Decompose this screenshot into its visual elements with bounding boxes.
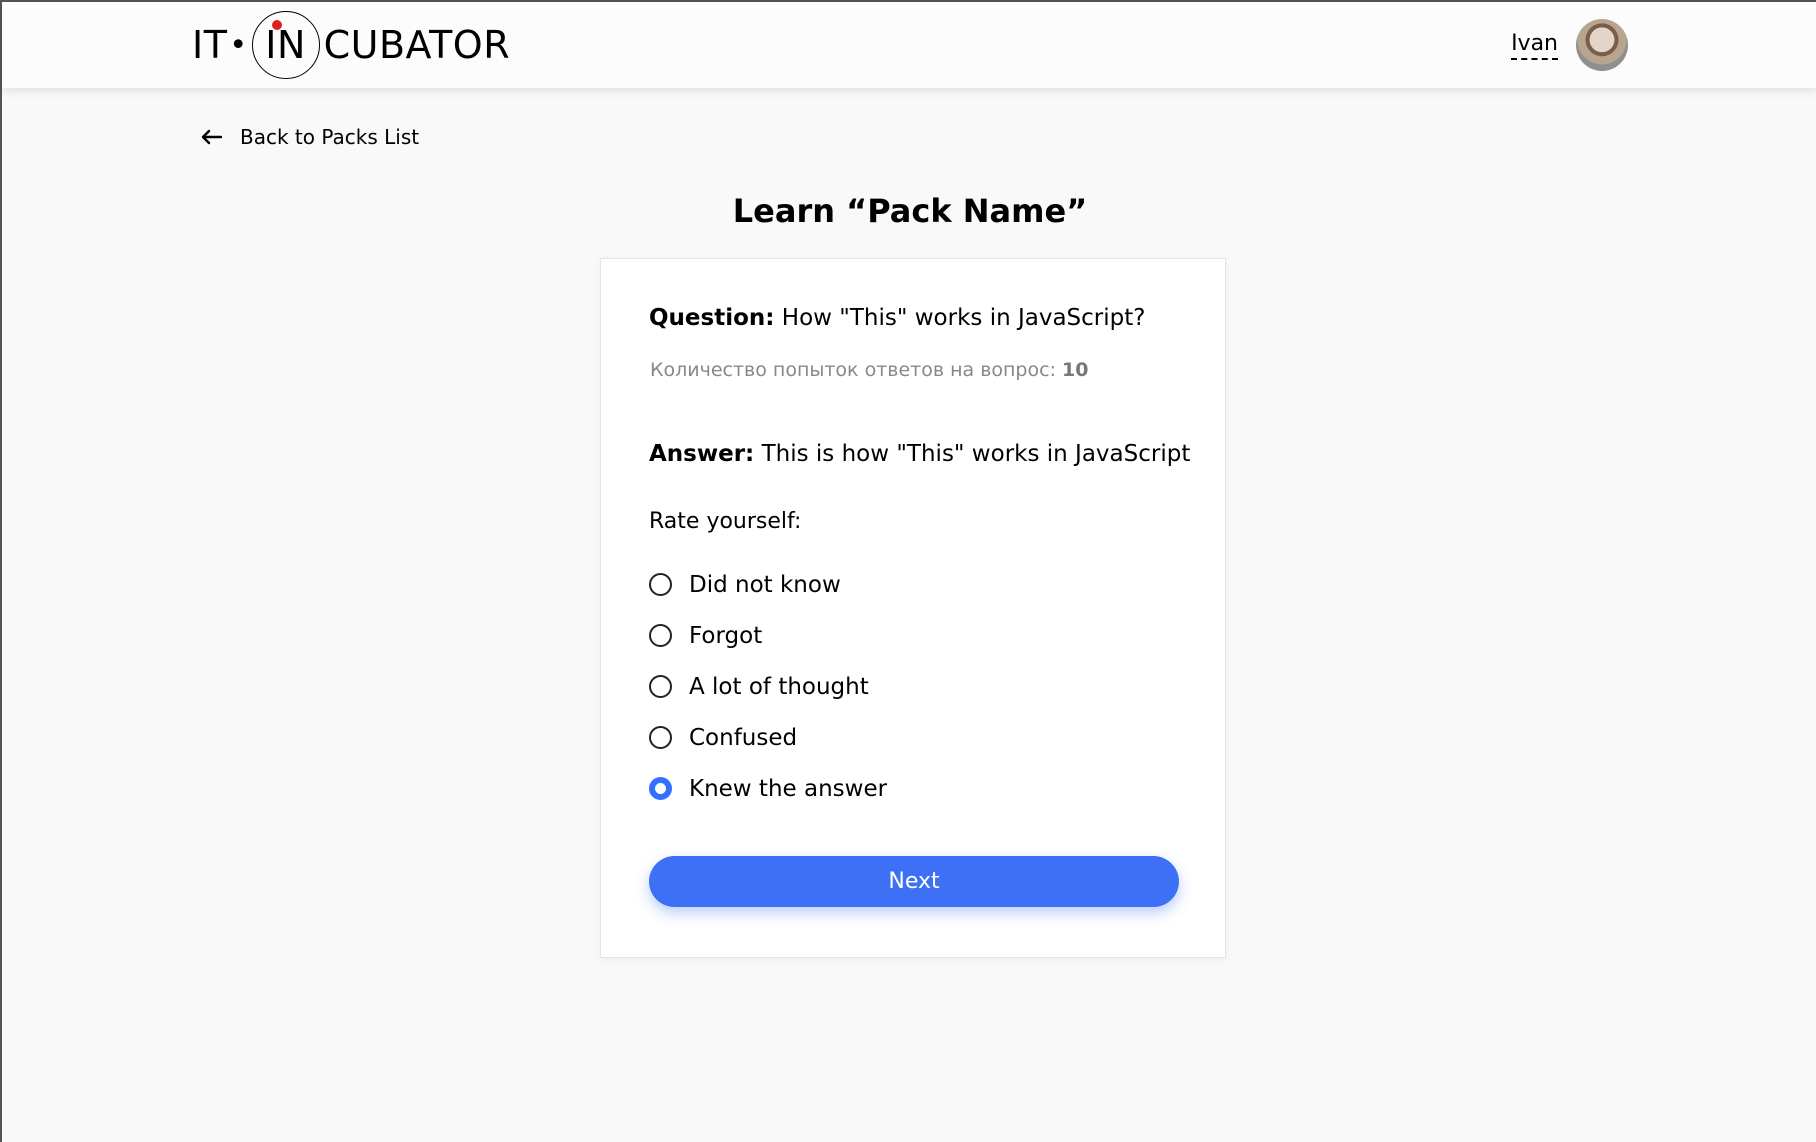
rating-option-forgot[interactable]: Forgot bbox=[649, 610, 887, 661]
option-label: Confused bbox=[689, 724, 798, 751]
rating-option-did-not-know[interactable]: Did not know bbox=[649, 559, 887, 610]
rating-option-a-lot-of-thought[interactable]: A lot of thought bbox=[649, 661, 887, 712]
rating-options: Did not know Forgot A lot of thought Con… bbox=[649, 559, 887, 814]
logo-dot: • bbox=[229, 27, 248, 63]
rate-yourself-label: Rate yourself: bbox=[649, 509, 802, 534]
question-label: Question: bbox=[649, 305, 775, 331]
back-link-label: Back to Packs List bbox=[240, 125, 420, 149]
option-label: Knew the answer bbox=[689, 775, 888, 802]
logo-text-cubator: CUBATOR bbox=[323, 23, 511, 67]
user-menu[interactable]: Ivan bbox=[1511, 19, 1628, 71]
avatar[interactable] bbox=[1576, 19, 1628, 71]
radio-button[interactable] bbox=[649, 624, 672, 647]
radio-button[interactable] bbox=[649, 726, 672, 749]
radio-button[interactable] bbox=[649, 675, 672, 698]
logo-ring: IN bbox=[251, 11, 320, 79]
attempts-label: Количество попыток ответов на вопрос: bbox=[650, 359, 1063, 381]
user-name[interactable]: Ivan bbox=[1511, 31, 1558, 60]
logo-text-it: IT bbox=[192, 23, 228, 67]
radio-button[interactable] bbox=[649, 573, 672, 596]
back-to-packs-link[interactable]: Back to Packs List bbox=[200, 125, 419, 149]
rating-option-knew-the-answer[interactable]: Knew the answer bbox=[649, 763, 887, 814]
attempts-value: 10 bbox=[1062, 359, 1089, 381]
arrow-left-icon bbox=[201, 129, 222, 145]
option-label: Did not know bbox=[689, 571, 841, 598]
option-label: A lot of thought bbox=[689, 673, 869, 700]
answer-text: This is how "This" works in JavaScript bbox=[754, 441, 1191, 467]
rating-option-confused[interactable]: Confused bbox=[649, 712, 887, 763]
answer-label: Answer: bbox=[649, 441, 755, 467]
learn-card: Question: How "This" works in JavaScript… bbox=[600, 258, 1226, 958]
logo[interactable]: IT • IN CUBATOR bbox=[192, 10, 510, 80]
option-label: Forgot bbox=[689, 622, 763, 649]
next-button[interactable]: Next bbox=[649, 856, 1179, 907]
logo-red-dot bbox=[271, 20, 282, 30]
header: IT • IN CUBATOR Ivan bbox=[2, 2, 1816, 88]
question-text: How "This" works in JavaScript? bbox=[774, 305, 1146, 331]
question: Question: How "This" works in JavaScript… bbox=[649, 305, 1145, 331]
radio-button-checked[interactable] bbox=[649, 777, 672, 800]
page-title: Learn “Pack Name” bbox=[732, 192, 1088, 230]
attempts-info: Количество попыток ответов на вопрос: 10 bbox=[650, 359, 1088, 381]
logo-text-in: IN bbox=[265, 23, 306, 67]
answer: Answer: This is how "This" works in Java… bbox=[649, 441, 1190, 467]
